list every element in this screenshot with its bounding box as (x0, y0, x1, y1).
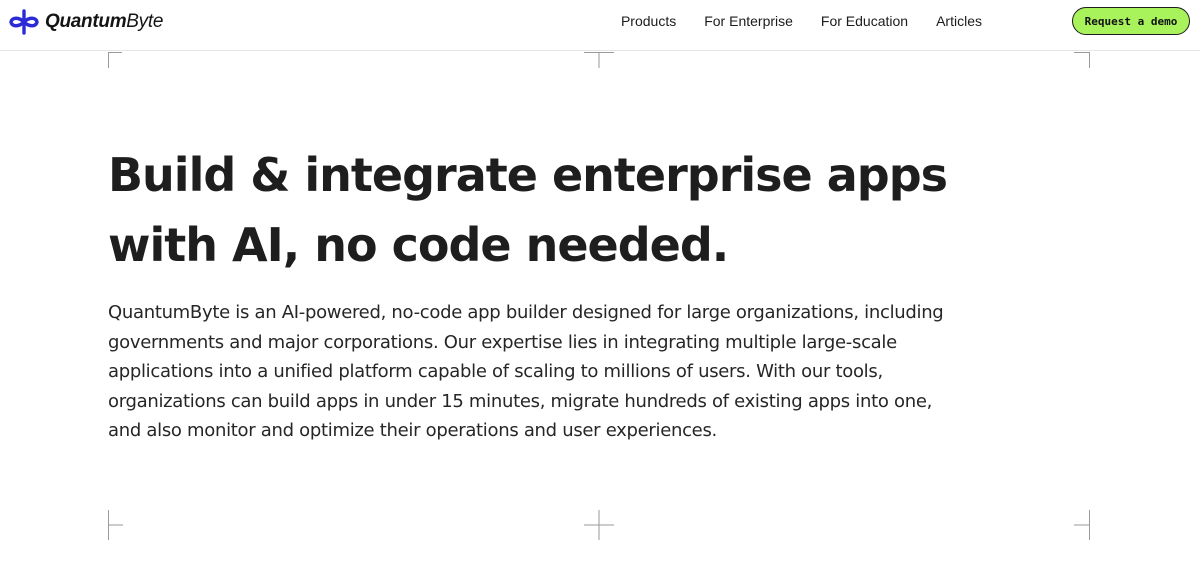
top-navbar: QuantumByte Products For Enterprise For … (0, 0, 1200, 51)
quantumbyte-logo-icon (9, 9, 39, 35)
tick-mark-bottom-right (1074, 510, 1090, 540)
corner-mark-top-right (1074, 52, 1090, 68)
corner-mark-top-left (108, 52, 124, 68)
tick-mark-top-center (584, 52, 614, 68)
nav-for-education[interactable]: For Education (821, 13, 908, 29)
brand-logo[interactable]: QuantumByte (8, 8, 163, 36)
hero-description: QuantumByte is an AI-powered, no-code ap… (108, 302, 944, 441)
hero-title-line1: Build & integrate enterprise apps (108, 148, 948, 202)
cross-mark-bottom-center (584, 510, 614, 540)
hero-title-line2: with AI, no code needed. (108, 218, 729, 272)
nav-products[interactable]: Products (621, 13, 676, 29)
brand-name: QuantumByte (45, 11, 163, 33)
nav-for-enterprise[interactable]: For Enterprise (704, 13, 793, 29)
tick-mark-bottom-left (108, 510, 124, 540)
nav-articles[interactable]: Articles (936, 13, 982, 29)
brand-name-part2: Byte (126, 11, 164, 32)
brand-name-part1: Quantum (45, 11, 127, 32)
hero-title: Build & integrate enterprise apps with A… (108, 140, 1008, 280)
main-nav: Products For Enterprise For Education Ar… (621, 0, 982, 42)
request-demo-button[interactable]: Request a demo (1072, 7, 1190, 35)
